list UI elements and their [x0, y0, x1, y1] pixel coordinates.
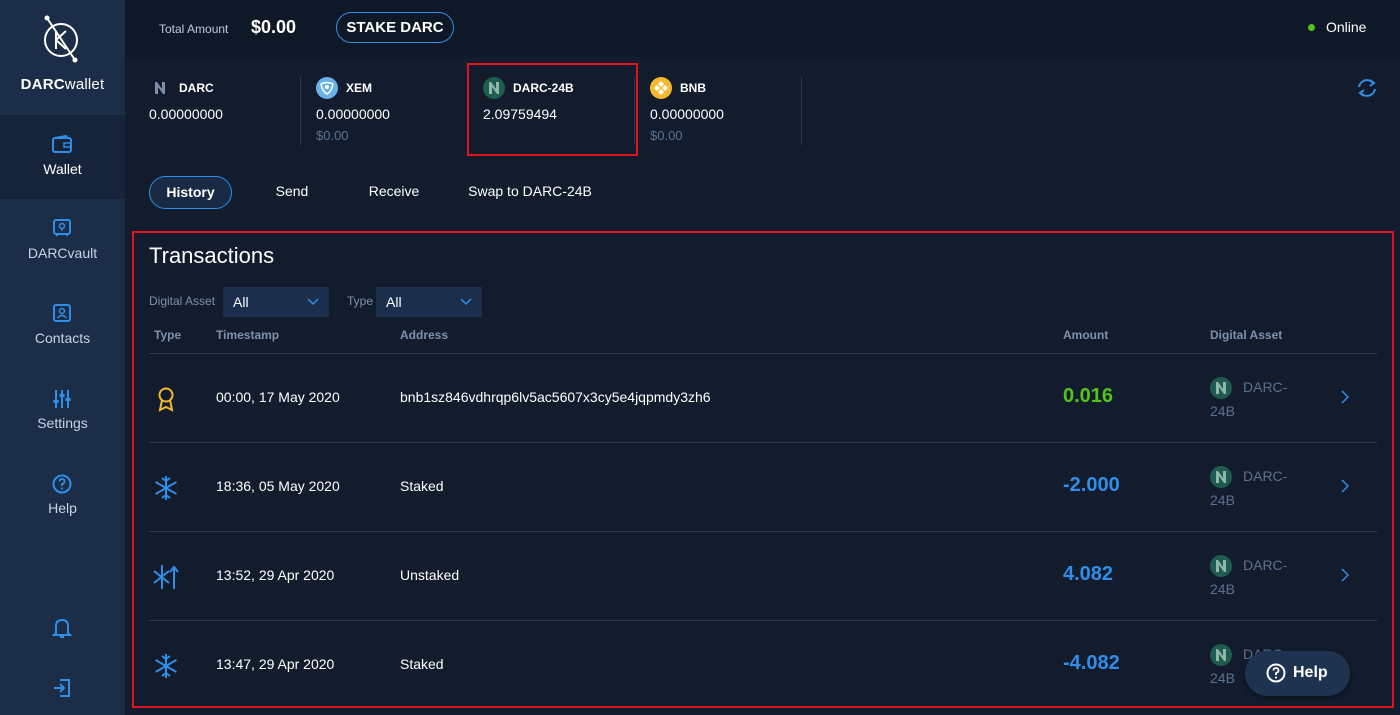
sidebar-item-label: Help — [48, 500, 77, 516]
tx-timestamp: 13:47, 29 Apr 2020 — [216, 656, 335, 672]
tx-amount: -2.000 — [1063, 474, 1120, 496]
table-row[interactable]: 13:47, 29 Apr 2020 Staked -4.082 DARC-24… — [149, 621, 1377, 705]
brand-logo[interactable]: DARCwallet — [0, 0, 125, 115]
bell-icon[interactable] — [52, 617, 72, 639]
table-row[interactable]: 00:00, 17 May 2020 bnb1sz846vdhrqp6lv5ac… — [149, 354, 1377, 442]
snowflake-icon — [155, 476, 177, 500]
chevron-right-icon[interactable] — [1341, 390, 1349, 404]
logout-icon[interactable] — [52, 678, 72, 698]
asset-name: XEM — [346, 81, 373, 95]
snowflake-icon — [155, 654, 177, 678]
asset-name: BNB — [680, 81, 706, 95]
vault-icon — [53, 219, 71, 236]
tx-address: Unstaked — [400, 567, 460, 583]
sidebar-item-label: Contacts — [34, 330, 91, 346]
tx-address: Staked — [400, 478, 444, 494]
question-icon — [1266, 663, 1286, 683]
digital-asset-filter-label: Digital Asset — [149, 294, 216, 308]
tx-digital-asset: DARC-24B — [1210, 468, 1288, 508]
bnb-coin-icon — [650, 77, 672, 99]
column-header-address: Address — [400, 328, 449, 342]
brand-name: DARCwallet — [20, 76, 105, 93]
tx-address: Staked — [400, 656, 444, 672]
column-header-digital-asset: Digital Asset — [1210, 328, 1283, 342]
sidebar-item-label: DARCvault — [27, 245, 98, 261]
tx-amount: 4.082 — [1063, 563, 1114, 585]
total-amount-label: Total Amount — [159, 22, 229, 36]
refresh-icon[interactable] — [1356, 78, 1378, 98]
tx-timestamp: 18:36, 05 May 2020 — [216, 478, 340, 494]
table-row[interactable]: 18:36, 05 May 2020 Staked -2.000 DARC-24… — [149, 443, 1377, 531]
help-floating-button[interactable]: Help — [1245, 651, 1350, 696]
asset-balance: 0.00000000 — [316, 106, 390, 122]
tx-timestamp: 00:00, 17 May 2020 — [216, 389, 340, 405]
tab-swap[interactable]: Swap to DARC-24B — [460, 176, 600, 209]
unstake-icon — [153, 565, 179, 589]
darc-coin-icon — [155, 82, 165, 94]
tx-digital-asset: DARC-24B — [1210, 557, 1288, 597]
asset-balance: 0.00000000 — [149, 106, 223, 122]
digital-asset-filter-select[interactable]: All — [223, 287, 329, 317]
chevron-right-icon[interactable] — [1341, 568, 1349, 582]
xem-coin-icon — [316, 77, 338, 99]
sidebar-item-contacts[interactable]: Contacts — [0, 284, 125, 368]
tab-receive[interactable]: Receive — [356, 176, 432, 209]
stake-darc-button[interactable]: STAKE DARC — [336, 12, 454, 43]
asset-card-bnb[interactable]: BNB 0.00000000 $0.00 — [650, 77, 800, 147]
tab-history[interactable]: History — [149, 176, 232, 209]
sidebar: DARCwallet Wallet DARCvault Contacts Set… — [0, 0, 125, 715]
help-icon — [52, 474, 72, 494]
darc-logo-icon — [44, 15, 78, 63]
sidebar-item-label: Settings — [37, 415, 88, 431]
transactions-title: Transactions — [149, 243, 275, 268]
type-filter-value: All — [386, 294, 402, 310]
sidebar-item-settings[interactable]: Settings — [0, 369, 125, 453]
asset-name: DARC — [179, 81, 214, 95]
column-header-amount: Amount — [1063, 328, 1109, 342]
type-filter-select[interactable]: All — [376, 287, 482, 317]
asset-divider — [300, 77, 301, 145]
sidebar-item-help[interactable]: Help — [0, 454, 125, 538]
asset-card-darc[interactable]: DARC 0.00000000 — [149, 77, 299, 147]
tx-amount: -4.082 — [1063, 652, 1120, 674]
tx-amount: 0.016 — [1063, 385, 1114, 407]
contacts-icon — [53, 304, 71, 322]
chevron-right-icon[interactable] — [1341, 479, 1349, 493]
column-header-timestamp: Timestamp — [216, 328, 280, 342]
type-filter-label: Type — [347, 294, 374, 308]
settings-sliders-icon — [53, 390, 71, 408]
highlight-box-asset — [467, 63, 638, 156]
asset-usd-value: $0.00 — [316, 128, 349, 143]
tx-timestamp: 13:52, 29 Apr 2020 — [216, 567, 335, 583]
total-amount-value: $0.00 — [251, 17, 297, 37]
asset-balance: 0.00000000 — [650, 106, 724, 122]
online-status-text: Online — [1326, 19, 1367, 35]
table-row[interactable]: 13:52, 29 Apr 2020 Unstaked 4.082 DARC-2… — [149, 532, 1377, 620]
asset-card-xem[interactable]: XEM 0.00000000 $0.00 — [316, 77, 466, 147]
award-icon — [158, 387, 174, 412]
asset-divider — [801, 77, 802, 145]
sidebar-item-darcvault[interactable]: DARCvault — [0, 199, 125, 283]
asset-usd-value: $0.00 — [650, 128, 683, 143]
online-status-dot — [1308, 24, 1315, 31]
tx-digital-asset: DARC-24B — [1210, 379, 1288, 419]
tx-address: bnb1sz846vdhrqp6lv5ac5607x3cy5e4jqpmdy3z… — [400, 389, 711, 405]
column-header-type: Type — [154, 328, 182, 342]
top-bar: Total Amount $0.00 STAKE DARC Online — [125, 0, 1400, 57]
help-floating-label: Help — [1293, 664, 1328, 681]
wallet-icon — [52, 135, 72, 153]
digital-asset-filter-value: All — [233, 294, 249, 310]
sidebar-item-label: Wallet — [43, 161, 82, 177]
tab-send[interactable]: Send — [260, 176, 324, 209]
sidebar-item-wallet[interactable]: Wallet — [0, 115, 125, 199]
chevron-down-icon — [460, 298, 472, 306]
chevron-down-icon — [307, 298, 319, 306]
